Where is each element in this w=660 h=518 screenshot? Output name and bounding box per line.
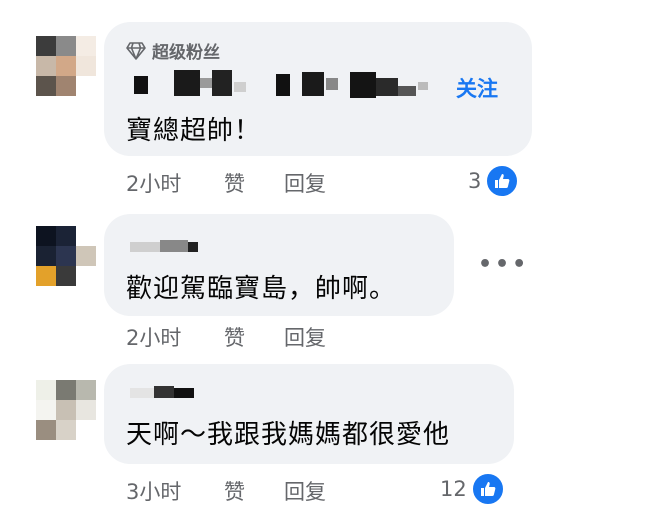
like-button[interactable]: 赞: [224, 322, 284, 352]
comment-text: 天啊～我跟我媽媽都很愛他: [126, 420, 451, 450]
author-name-redacted[interactable]: [134, 68, 434, 104]
thumbs-up-icon: [485, 164, 520, 198]
more-options-icon[interactable]: •••: [478, 252, 529, 277]
avatar[interactable]: [36, 226, 96, 286]
reply-button[interactable]: 回复: [284, 322, 326, 352]
reaction-count[interactable]: 3: [468, 164, 520, 198]
timestamp[interactable]: 3小时: [126, 476, 224, 506]
thumbs-up-icon: [470, 472, 505, 506]
comment-text: 歡迎駕臨寶島，帥啊。: [126, 274, 397, 304]
comment-actions: 3小时 赞 回复: [126, 476, 326, 506]
badge-label: 超级粉丝: [152, 43, 220, 63]
timestamp[interactable]: 2小时: [126, 322, 224, 352]
super-fan-badge: 超级粉丝: [126, 38, 220, 63]
comment-text: 寶總超帥！: [126, 116, 262, 146]
comment-actions: 2小时 赞 回复: [126, 322, 326, 352]
reply-button[interactable]: 回复: [284, 168, 326, 198]
reaction-count[interactable]: 12: [440, 472, 505, 506]
reply-button[interactable]: 回复: [284, 476, 326, 506]
like-button[interactable]: 赞: [224, 168, 284, 198]
avatar[interactable]: [36, 36, 96, 96]
like-count: 12: [440, 477, 467, 501]
author-name-redacted[interactable]: [130, 240, 200, 254]
comment-actions: 2小时 赞 回复: [126, 168, 326, 198]
avatar[interactable]: [36, 380, 96, 440]
timestamp[interactable]: 2小时: [126, 168, 224, 198]
like-count: 3: [468, 169, 482, 193]
follow-button[interactable]: 关注: [456, 73, 498, 103]
author-name-redacted[interactable]: [130, 384, 200, 400]
diamond-icon: [126, 41, 146, 60]
like-button[interactable]: 赞: [224, 476, 284, 506]
